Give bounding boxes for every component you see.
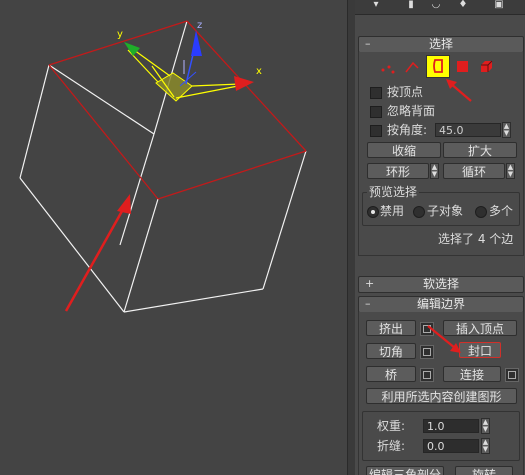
command-panel: ▾ ▮ ◡ ♦ ▣ – 选择 按顶点 忽略背面 按角度: 45.0 ▲ ▼ 收缩… [355,0,525,475]
gizmo-z-arrow[interactable] [191,30,202,56]
element-icon[interactable] [477,58,495,76]
gizmo-x-arrow[interactable] [234,76,254,91]
axis-label-x: x [256,66,262,77]
bridge-settings-icon[interactable] [420,368,434,382]
grow-button[interactable]: 扩大 [443,142,517,158]
gizmo-x-axis[interactable] [191,83,241,87]
utilities-icon[interactable]: ▣ [492,0,506,10]
selection-rollout-body: 按顶点 忽略背面 按角度: 45.0 ▲ ▼ 收缩 扩大 环形 ▲ ▼ 循环 ▲ ▼ … [358,52,524,256]
rotate-button[interactable]: 旋转 [455,466,513,475]
cube-edge [19,64,50,179]
display-icon[interactable]: ♦ [456,0,470,10]
soft-selection-rollout-header[interactable]: + 软选择 [358,276,524,293]
ignore-backfacing-label: 忽略背面 [387,104,436,118]
selected-border-edges[interactable] [48,20,307,200]
weight-field[interactable]: 1.0 [423,419,479,433]
preview-multiple-label: 多个 [489,204,514,218]
chamfer-button[interactable]: 切角 [366,343,416,359]
border-edge[interactable] [157,150,307,200]
ring-spinner[interactable]: ▲ ▼ [430,163,439,179]
vertex-icon[interactable] [379,58,397,76]
crease-spinner[interactable]: ▲ ▼ [481,438,490,454]
border-icon[interactable] [426,55,450,78]
by-vertex-label: 按顶点 [387,85,424,99]
extrude-button[interactable]: 挤出 [366,320,416,336]
bridge-button[interactable]: 桥 [366,366,416,382]
angle-field[interactable]: 45.0 [435,123,501,137]
by-vertex-checkbox[interactable] [370,87,382,99]
cap-button[interactable]: 封口 [459,342,501,358]
perspective-viewport[interactable]: y z x [0,0,347,475]
border-edge[interactable] [48,64,159,200]
preview-group-title: 预览选择 [367,185,420,199]
polygon-icon[interactable] [454,58,472,76]
move-gizmo[interactable] [124,30,254,102]
cube-edge [262,150,307,290]
weight-label: 权重: [377,419,406,433]
preview-multiple-radio[interactable] [475,206,487,218]
soft-selection-title: 软选择 [422,277,459,291]
by-angle-label: 按角度: [387,123,428,137]
weight-crease-group: 权重: 1.0 ▲ ▼ 折缝: 0.0 ▲ ▼ [362,411,520,461]
axis-label-y: y [117,29,123,40]
edit-borders-rollout-body: 挤出 插入顶点 切角 封口 桥 连接 利用所选内容创建图形 权重: 1.0 ▲ ▼… [358,312,524,475]
border-edge[interactable] [48,20,188,66]
selection-title: 选择 [428,37,453,51]
selection-rollout-header[interactable]: – 选择 [358,36,524,53]
cube-edge [19,177,125,313]
shrink-button[interactable]: 收缩 [367,142,441,158]
preview-subobject-label: 子对象 [427,204,464,218]
by-angle-checkbox[interactable] [370,125,382,137]
preview-selection-group: 预览选择 禁用 子对象 多个 [362,185,520,226]
angle-spinner[interactable]: ▲ ▼ [502,122,511,138]
crease-field[interactable]: 0.0 [423,439,479,453]
cube-edge [48,64,155,135]
ring-button[interactable]: 环形 [367,163,429,179]
cube-edge [123,288,264,313]
connect-settings-icon[interactable] [505,368,519,382]
cube-wireframe [19,20,307,313]
annotation-arrow [427,325,461,353]
pivot-icon[interactable]: ◡ [429,0,443,10]
loop-button[interactable]: 循环 [443,163,505,179]
annotation-arrow [64,194,131,312]
crease-label: 折缝: [377,439,406,453]
annotation-arrow [446,79,472,102]
selection-status: 选择了 4 个边 [438,232,514,246]
weight-spinner[interactable]: ▲ ▼ [481,418,490,434]
modifier-icon[interactable]: ▮ [404,0,418,10]
edit-triangulation-button[interactable]: 编辑三角剖分 [366,466,444,475]
edit-borders-rollout-header[interactable]: – 编辑边界 [358,296,524,313]
panel-tab-bar: ▾ ▮ ◡ ♦ ▣ [355,0,525,15]
connect-button[interactable]: 连接 [443,366,501,382]
viewport-canvas[interactable]: y z x [0,0,347,475]
loop-spinner[interactable]: ▲ ▼ [506,163,515,179]
preview-subobject-radio[interactable] [413,206,425,218]
pin-icon[interactable]: ▾ [369,0,383,10]
edit-borders-title: 编辑边界 [416,297,465,311]
axis-label-z: z [197,20,202,31]
create-shape-button[interactable]: 利用所选内容创建图形 [366,388,517,404]
preview-disabled-radio[interactable] [367,206,379,218]
ignore-backfacing-checkbox[interactable] [370,106,382,118]
edge-icon[interactable] [403,58,421,76]
preview-disabled-label: 禁用 [380,204,405,218]
gizmo-y-arrow[interactable] [124,42,140,56]
